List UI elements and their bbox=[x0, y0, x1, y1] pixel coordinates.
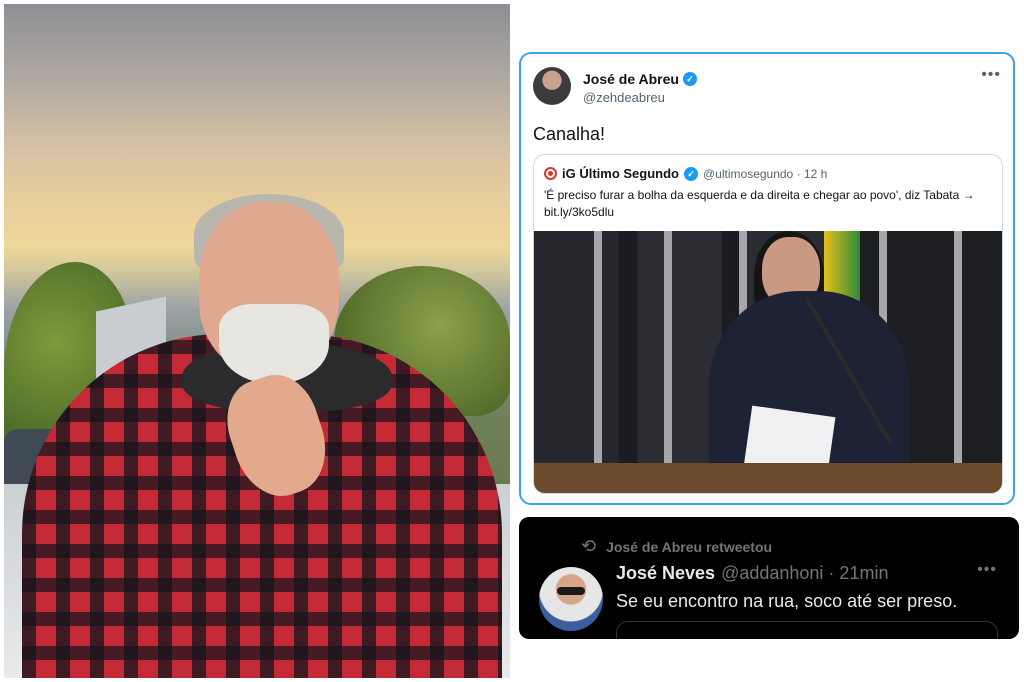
more-options-icon[interactable]: ••• bbox=[981, 66, 1001, 84]
retweet-panel[interactable]: ⟲ José de Abreu retweetou José Neves @ad… bbox=[519, 517, 1019, 639]
ig-logo-icon bbox=[544, 167, 557, 180]
quoted-handle: @ultimosegundo · 12 h bbox=[703, 166, 828, 181]
media-preview-edge bbox=[616, 621, 998, 639]
retweeted-by[interactable]: José de Abreu retweetou bbox=[606, 539, 772, 555]
beard bbox=[219, 304, 329, 384]
pillar bbox=[954, 231, 962, 471]
retweet-text: Se eu encontro na rua, soco até ser pres… bbox=[616, 591, 958, 611]
retweet-author-avatar[interactable] bbox=[539, 567, 603, 631]
author-handle[interactable]: @zehdeabreu bbox=[583, 90, 665, 105]
sunglasses bbox=[557, 587, 585, 595]
tweet-card[interactable]: José de Abreu ✓ @zehdeabreu ••• Canalha!… bbox=[519, 52, 1015, 505]
verified-badge-icon: ✓ bbox=[682, 72, 697, 86]
more-options-icon[interactable]: ••• bbox=[977, 561, 997, 579]
author-avatar[interactable] bbox=[533, 67, 571, 105]
quoted-tweet[interactable]: iG Último Segundo ✓ @ultimosegundo · 12 … bbox=[533, 154, 1003, 494]
quoted-text: 'É preciso furar a bolha da esquerda e d… bbox=[544, 188, 975, 219]
verified-badge-icon: ✓ bbox=[684, 166, 698, 181]
desk bbox=[534, 463, 1002, 493]
portrait-photo bbox=[4, 4, 510, 678]
quoted-header: iG Último Segundo ✓ @ultimosegundo · 12 … bbox=[544, 166, 827, 181]
author-name[interactable]: José de Abreu bbox=[583, 71, 679, 87]
quoted-image[interactable] bbox=[534, 231, 1002, 493]
retweet-row: ⟲ José de Abreu retweetou bbox=[581, 536, 772, 557]
author-name-row: José de Abreu ✓ bbox=[583, 71, 697, 87]
retweet-author-meta: @addanhoni · 21min bbox=[721, 563, 889, 583]
pillar bbox=[594, 231, 602, 471]
quoted-name[interactable]: iG Último Segundo bbox=[562, 166, 679, 181]
pillar bbox=[664, 231, 672, 471]
retweet-author-row: José Neves @addanhoni · 21min bbox=[616, 563, 888, 584]
tweet-text: Canalha! bbox=[533, 124, 606, 144]
retweet-icon: ⟲ bbox=[581, 536, 597, 556]
retweet-author-name[interactable]: José Neves bbox=[616, 563, 715, 584]
